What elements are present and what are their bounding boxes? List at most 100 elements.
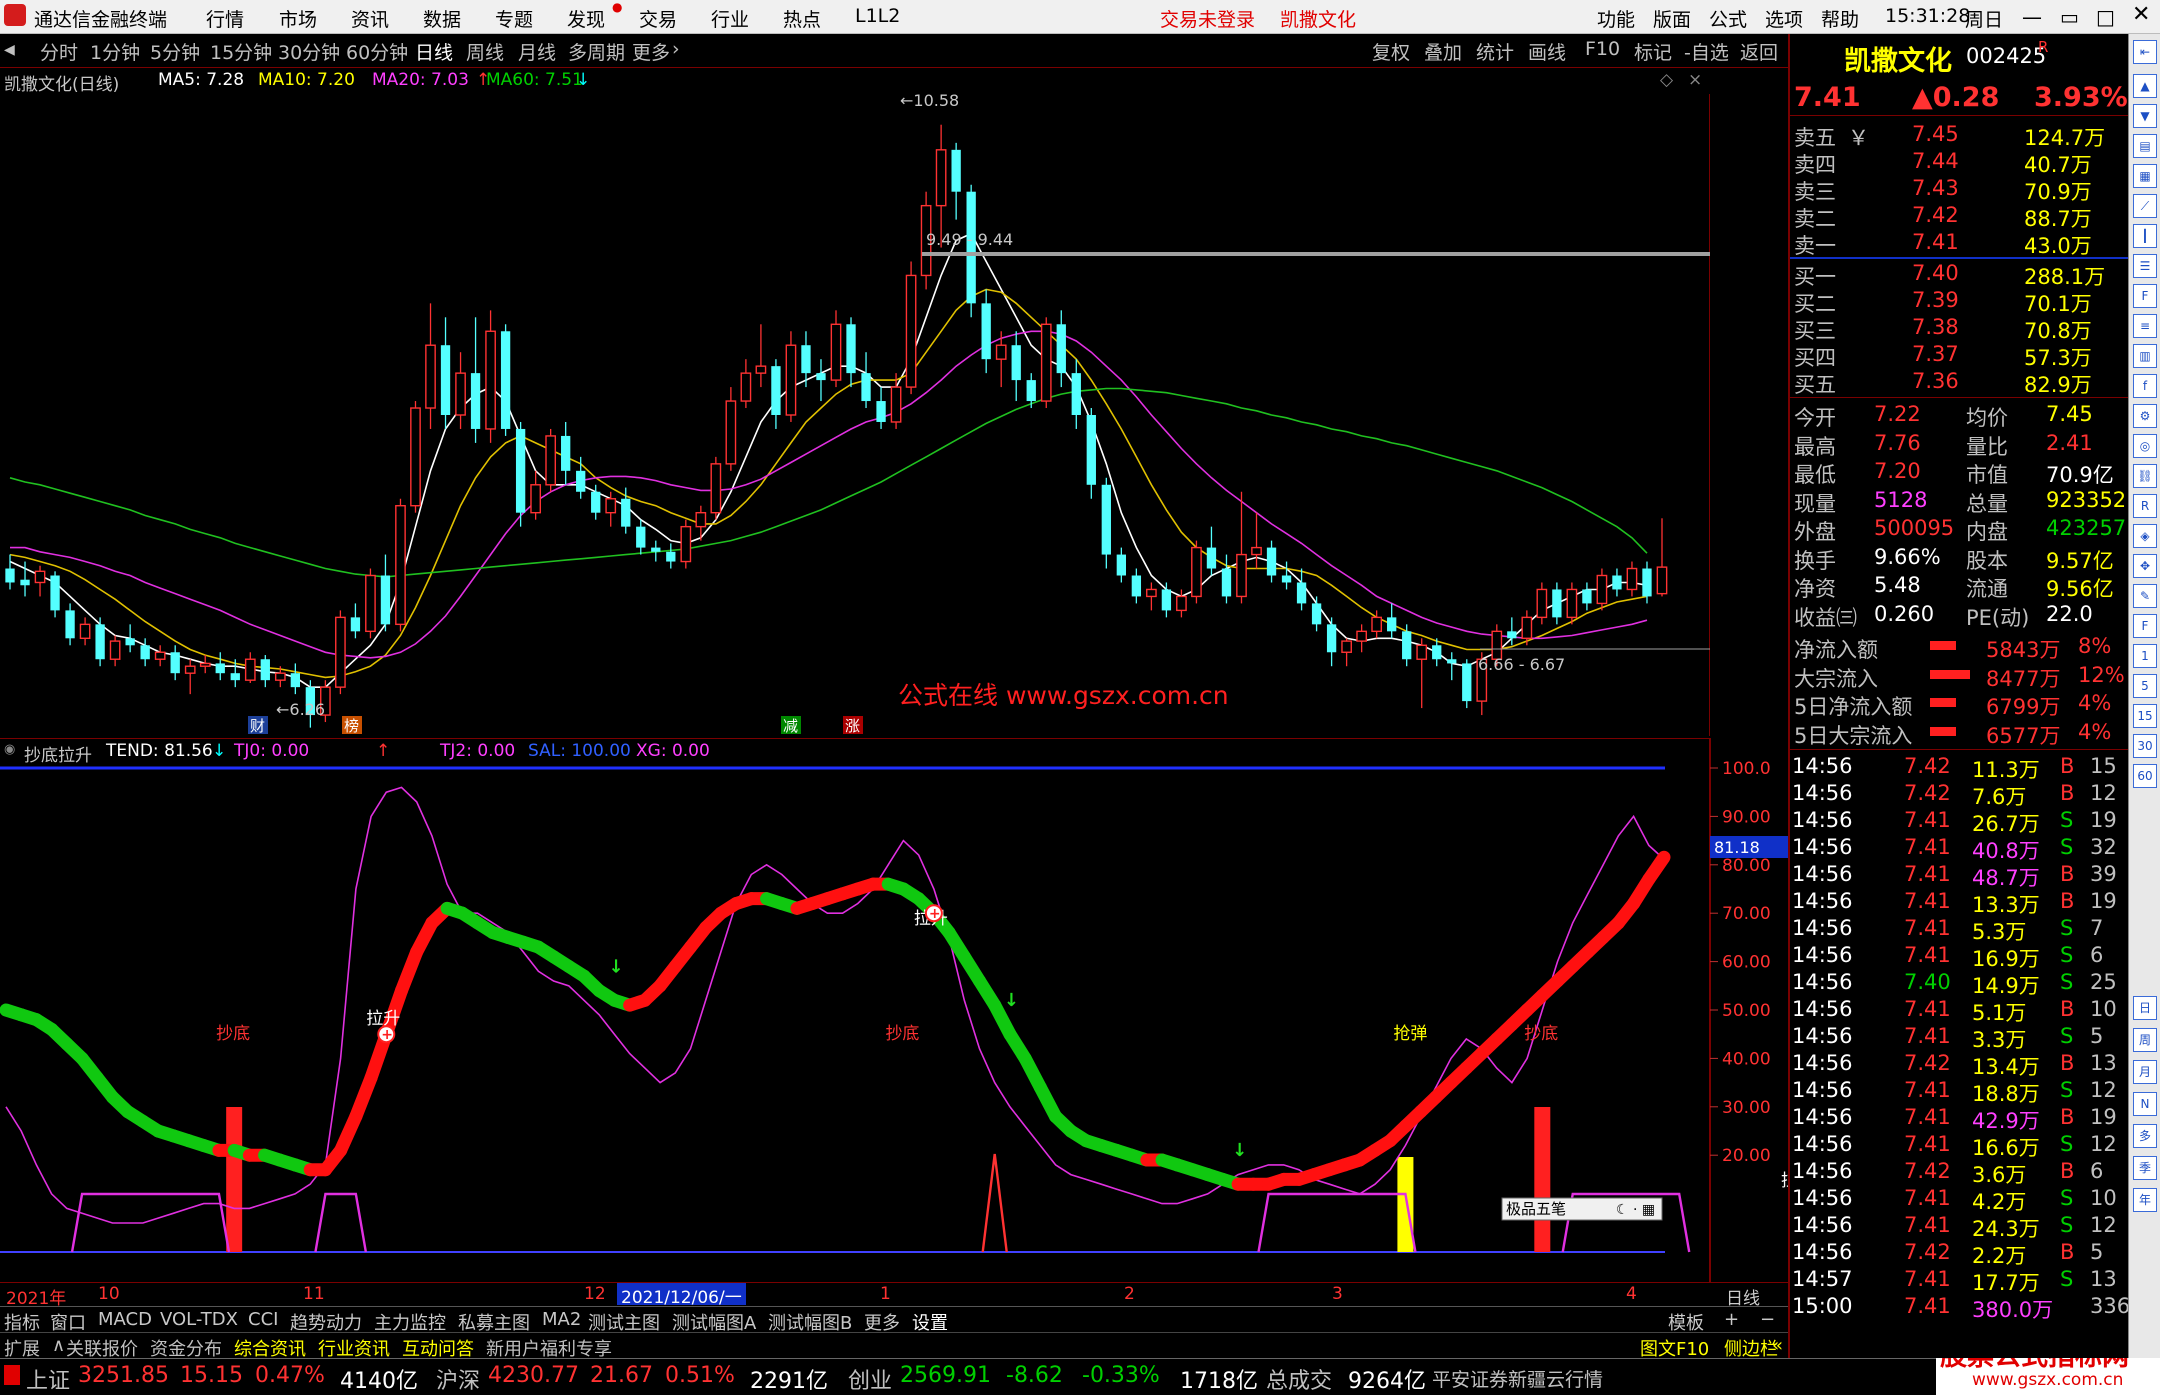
- menu-hangqing[interactable]: 行情: [206, 5, 244, 32]
- menu-bangzhu[interactable]: 帮助: [1821, 5, 1859, 32]
- tab-fenshi[interactable]: 分时: [40, 38, 78, 65]
- marker-bang[interactable]: 榜: [344, 717, 359, 735]
- side-kline-icon[interactable]: ┃: [2133, 224, 2157, 248]
- side-period-0[interactable]: 日: [2133, 996, 2157, 1020]
- candle: [1566, 582, 1578, 625]
- menu-xuanxiang[interactable]: 选项: [1765, 5, 1803, 32]
- side-collapse-icon[interactable]: ⇤: [2133, 40, 2157, 64]
- side-fs2-icon[interactable]: F: [2133, 614, 2157, 638]
- menu-shichang[interactable]: 市场: [279, 5, 317, 32]
- tab-5min[interactable]: 5分钟: [150, 38, 200, 65]
- side-up-icon[interactable]: ▲: [2133, 74, 2157, 98]
- maximize-icon[interactable]: □: [2096, 5, 2115, 29]
- side-move-icon[interactable]: ✥: [2133, 554, 2157, 578]
- side-period-2[interactable]: 月: [2133, 1060, 2157, 1084]
- minus-icon[interactable]: −: [1760, 1309, 1775, 1330]
- side-target-icon[interactable]: ◎: [2133, 434, 2157, 458]
- tab-1min[interactable]: 1分钟: [90, 38, 140, 65]
- btn-tongji[interactable]: 统计: [1476, 38, 1514, 65]
- tab-multi[interactable]: 多周期: [568, 38, 625, 65]
- menu-zixun[interactable]: 资讯: [351, 5, 389, 32]
- kline-chart[interactable]: 6.507.007.508.008.509.009.5010.0010.50 ←…: [0, 94, 1710, 736]
- side-grid-icon[interactable]: ▦: [2133, 164, 2157, 188]
- side-period-3[interactable]: N: [2133, 1092, 2157, 1116]
- index-hs-name[interactable]: 沪深: [436, 1363, 480, 1395]
- side-gear-icon[interactable]: ⚙: [2133, 404, 2157, 428]
- side-trend-icon[interactable]: ⟋: [2133, 194, 2157, 218]
- side-link-icon[interactable]: ⛓: [2133, 464, 2157, 488]
- side-period-4[interactable]: 多: [2133, 1124, 2157, 1148]
- stat-label: 换手: [1794, 548, 1836, 573]
- menu-redian[interactable]: 热点: [783, 5, 821, 32]
- menu-gongneng[interactable]: 功能: [1597, 5, 1635, 32]
- side-fs-icon[interactable]: f: [2133, 374, 2157, 398]
- tab-60min[interactable]: 60分钟: [346, 38, 408, 65]
- side-period-6[interactable]: 年: [2133, 1188, 2157, 1212]
- side-rsi-icon[interactable]: R: [2133, 494, 2157, 518]
- add-icon[interactable]: +: [1724, 1309, 1739, 1330]
- menu-l1l2[interactable]: L1L2: [855, 5, 900, 27]
- side-bars-icon[interactable]: ▥: [2133, 344, 2157, 368]
- index-cy-name[interactable]: 创业: [848, 1363, 892, 1395]
- side-btn-1[interactable]: 1: [2133, 644, 2157, 668]
- tab-vol-tdx[interactable]: VOL-TDX: [160, 1309, 238, 1330]
- side-period-5[interactable]: 季: [2133, 1156, 2157, 1180]
- side-table-icon[interactable]: ☰: [2133, 254, 2157, 278]
- restore-icon[interactable]: ▭: [2060, 5, 2079, 29]
- btn-biaoji[interactable]: 标记: [1634, 38, 1672, 65]
- index-sh-name[interactable]: 上证: [26, 1363, 70, 1395]
- side-red-icon[interactable]: ◈: [2133, 524, 2157, 548]
- menu-faxian[interactable]: 发现: [567, 5, 605, 32]
- indicator-expand-icon[interactable]: ◉: [4, 742, 15, 757]
- tab-daily[interactable]: 日线: [415, 38, 453, 65]
- menu-banmian[interactable]: 版面: [1653, 5, 1691, 32]
- side-btn-5[interactable]: 5: [2133, 674, 2157, 698]
- candle: [140, 638, 150, 667]
- side-btn-30[interactable]: 30: [2133, 734, 2157, 758]
- tab-cci[interactable]: CCI: [248, 1309, 278, 1330]
- back-arrow-icon[interactable]: ◀: [4, 42, 15, 58]
- tab-ma2[interactable]: MA2: [542, 1309, 581, 1330]
- tab-weekly[interactable]: 周线: [466, 38, 504, 65]
- marker-zhang[interactable]: 涨: [845, 717, 860, 735]
- btn-fuquan[interactable]: 复权: [1372, 38, 1410, 65]
- side-fin-icon[interactable]: F: [2133, 284, 2157, 308]
- minimize-icon[interactable]: —: [2022, 5, 2042, 29]
- btn-f10[interactable]: F10: [1585, 38, 1620, 60]
- menu-hangye[interactable]: 行业: [711, 5, 749, 32]
- tab-more[interactable]: 更多: [632, 38, 670, 65]
- side-btn-15[interactable]: 15: [2133, 704, 2157, 728]
- side-period-1[interactable]: 周: [2133, 1028, 2157, 1052]
- diamond-icon[interactable]: ◇: [1660, 70, 1673, 90]
- btn-zixuan[interactable]: -自选: [1684, 38, 1729, 65]
- side-list-icon[interactable]: ≡: [2133, 314, 2157, 338]
- marker-jian[interactable]: 减: [783, 717, 798, 735]
- menu-shuju[interactable]: 数据: [423, 5, 461, 32]
- side-chart-icon[interactable]: ▤: [2133, 134, 2157, 158]
- login-status[interactable]: 交易未登录: [1160, 5, 1255, 32]
- tab-15min[interactable]: 15分钟: [210, 38, 272, 65]
- broker-label: 平安证券新疆云行情: [1432, 1369, 1604, 1391]
- ime-moon-icon[interactable]: ☾ · ▦: [1616, 1202, 1655, 1218]
- close-icon[interactable]: ✕: [2132, 2, 2150, 27]
- candle: [1387, 603, 1397, 639]
- tab-30min[interactable]: 30分钟: [278, 38, 340, 65]
- side-btn-60[interactable]: 60: [2133, 764, 2157, 788]
- indicator-name[interactable]: 抄底拉升: [24, 741, 92, 766]
- marker-cai[interactable]: 财: [250, 717, 265, 735]
- side-pen-icon[interactable]: ✎: [2133, 584, 2157, 608]
- tick-row: 14:56 7.41 18.8万 S 12: [1790, 1076, 2128, 1106]
- btn-huaxian[interactable]: 画线: [1528, 38, 1566, 65]
- close-small-icon[interactable]: ×: [1688, 70, 1702, 90]
- tab-macd[interactable]: MACD: [98, 1309, 152, 1330]
- tick-time: 14:56: [1792, 1186, 1853, 1210]
- tab-monthly[interactable]: 月线: [518, 38, 556, 65]
- btn-fanhui[interactable]: 返回: [1740, 38, 1778, 65]
- menu-jiaoyi[interactable]: 交易: [639, 5, 677, 32]
- menu-zhuanti[interactable]: 专题: [495, 5, 533, 32]
- indicator-chart[interactable]: 20.00 30.00 40.00 50.00 60.00 70.00 80.00 90.00…: [0, 738, 1788, 1282]
- side-down-icon[interactable]: ▼: [2133, 104, 2157, 128]
- btn-diejia[interactable]: 叠加: [1424, 38, 1462, 65]
- menu-gongshi[interactable]: 公式: [1709, 5, 1747, 32]
- tick-row: 14:56 7.41 26.7万 S 19: [1790, 806, 2128, 836]
